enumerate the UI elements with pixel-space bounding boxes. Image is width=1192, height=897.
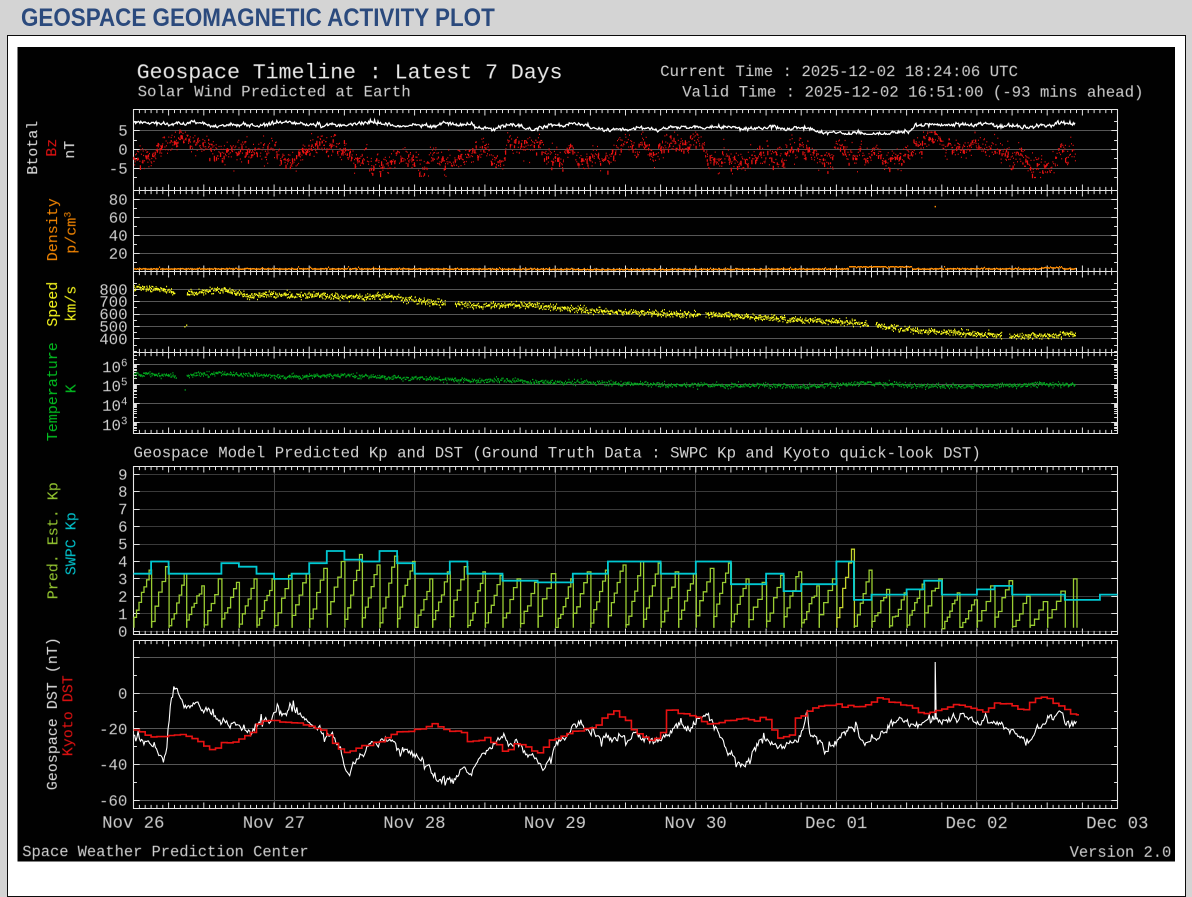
svg-text:Version 2.0: Version 2.0 (1070, 844, 1172, 862)
svg-text:40: 40 (109, 228, 128, 246)
svg-text:K: K (64, 384, 81, 393)
svg-text:Geospace Timeline : Latest 7 D: Geospace Timeline : Latest 7 Days (137, 61, 563, 85)
svg-text:Nov 28: Nov 28 (383, 815, 445, 834)
svg-text:Solar Wind Predicted at Earth: Solar Wind Predicted at Earth (138, 83, 411, 101)
svg-text:nT: nT (62, 141, 79, 159)
svg-text:Nov 30: Nov 30 (664, 815, 726, 834)
svg-text:9: 9 (118, 467, 127, 485)
svg-text:Bz: Bz (44, 139, 61, 157)
svg-text:Density: Density (45, 198, 62, 261)
svg-text:6: 6 (118, 519, 127, 537)
svg-text:400: 400 (99, 331, 127, 349)
svg-text:Space Weather Prediction Cente: Space Weather Prediction Center (22, 843, 308, 861)
svg-text:-40: -40 (99, 757, 127, 775)
svg-text:-20: -20 (99, 721, 127, 739)
svg-text:p/cm3: p/cm3 (64, 212, 81, 254)
svg-text:Nov 27: Nov 27 (243, 815, 305, 834)
svg-text:0: 0 (118, 624, 127, 642)
svg-text:-5: -5 (109, 161, 128, 179)
svg-text:Current Time : 2025-12-02 18:2: Current Time : 2025-12-02 18:24:06 UTC (660, 63, 1018, 81)
svg-text:Temperature: Temperature (45, 342, 62, 441)
svg-text:7: 7 (118, 501, 127, 519)
svg-text:0: 0 (118, 686, 127, 704)
svg-text:Btotal: Btotal (25, 121, 42, 175)
svg-text:Dec 03: Dec 03 (1086, 815, 1148, 834)
svg-text:5: 5 (118, 536, 127, 554)
svg-text:Pred. Est. Kp: Pred. Est. Kp (45, 482, 62, 599)
svg-text:Valid Time : 2025-12-02 16:51:: Valid Time : 2025-12-02 16:51:00 (-93 mi… (682, 84, 1143, 102)
svg-text:Kyoto DST: Kyoto DST (60, 675, 77, 756)
svg-text:1: 1 (118, 606, 127, 624)
svg-text:SWPC Kp: SWPC Kp (63, 512, 80, 575)
svg-text:Dec 02: Dec 02 (946, 815, 1008, 834)
svg-text:0: 0 (118, 142, 127, 160)
svg-text:Nov 26: Nov 26 (102, 815, 164, 834)
svg-text:Geospace Model Predicted Kp an: Geospace Model Predicted Kp and DST (Gro… (133, 444, 980, 462)
svg-text:80: 80 (109, 192, 128, 210)
svg-text:5: 5 (118, 123, 127, 141)
svg-text:8: 8 (118, 484, 127, 502)
svg-text:3: 3 (118, 571, 127, 589)
svg-text:4: 4 (118, 554, 127, 572)
svg-text:Nov 29: Nov 29 (524, 815, 586, 834)
svg-text:km/s: km/s (64, 286, 81, 322)
svg-text:Geospace DST (nT): Geospace DST (nT) (45, 637, 62, 790)
svg-text:60: 60 (109, 210, 128, 228)
svg-text:Speed: Speed (45, 282, 62, 327)
svg-text:20: 20 (109, 246, 128, 264)
svg-text:2: 2 (118, 589, 127, 607)
svg-text:Dec 01: Dec 01 (805, 815, 867, 834)
svg-text:-60: -60 (99, 793, 127, 811)
